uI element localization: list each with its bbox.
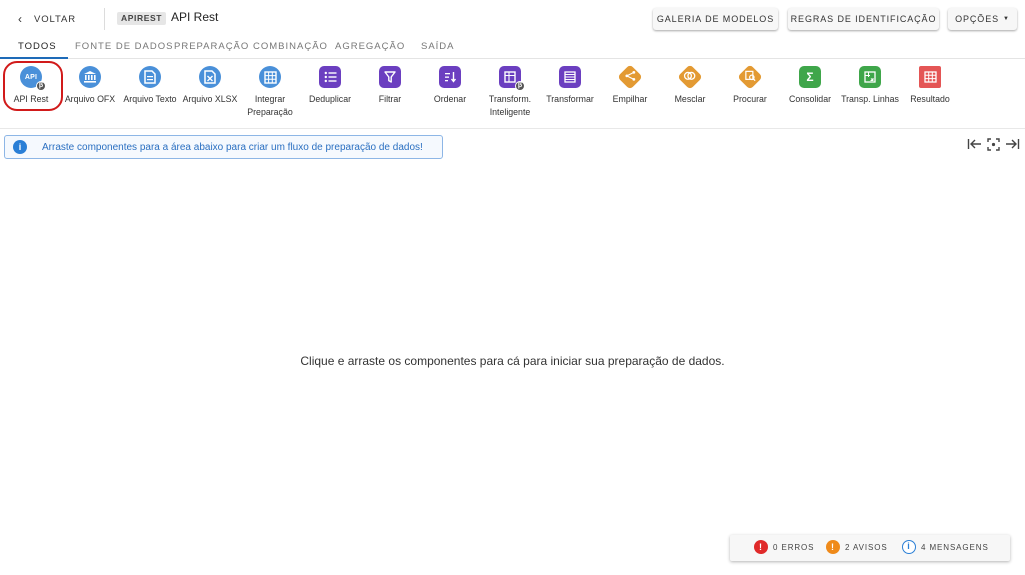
result-icon	[919, 66, 941, 88]
sort-icon	[439, 66, 461, 88]
merge-icon	[677, 64, 703, 90]
component-filtrar[interactable]: Filtrar	[359, 64, 421, 124]
caret-down-icon: ▼	[1003, 16, 1010, 22]
selected-component-highlight	[3, 61, 63, 111]
warning-icon: !	[826, 540, 840, 554]
tab-fonte-de-dados[interactable]: FONTE DE DADOS	[75, 41, 173, 52]
collapse-left-icon[interactable]	[966, 136, 983, 152]
stack-icon	[617, 64, 643, 90]
active-tab-indicator	[0, 57, 68, 59]
back-button[interactable]: ‹ VOLTAR	[14, 9, 76, 29]
type-badge: APIREST	[117, 12, 167, 25]
component-integrar-preparacao[interactable]: Integrar Preparação	[239, 64, 301, 124]
component-ordenar[interactable]: Ordenar	[419, 64, 481, 124]
messages-status[interactable]: i 4 MENSAGENS	[902, 540, 989, 554]
filter-icon	[379, 66, 401, 88]
canvas-controls	[966, 136, 1022, 152]
warnings-status[interactable]: ! 2 AVISOS	[826, 540, 888, 554]
status-panel: ! 0 ERROS ! 2 AVISOS i 4 MENSAGENS	[730, 535, 1010, 561]
template-gallery-label: GALERIA DE MODELOS	[656, 14, 775, 24]
category-tabs: TODOS FONTE DE DADOS PREPARAÇÃO COMBINAÇ…	[0, 38, 1025, 59]
component-arquivo-ofx[interactable]: Arquivo OFX	[59, 64, 121, 124]
info-banner: i Arraste componentes para a área abaixo…	[4, 135, 443, 159]
component-empilhar[interactable]: Empilhar	[599, 64, 661, 124]
page-title: API Rest	[171, 10, 219, 24]
component-arquivo-xlsx[interactable]: Arquivo XLSX	[179, 64, 241, 124]
component-consolidar[interactable]: Σ Consolidar	[779, 64, 841, 124]
text-file-icon	[139, 66, 161, 88]
component-transp-linhas[interactable]: Transp. Linhas	[839, 64, 901, 124]
empty-canvas-message: Clique e arraste os componentes para cá …	[300, 354, 725, 368]
sigma-icon: Σ	[799, 66, 821, 88]
messages-label: 4 MENSAGENS	[921, 542, 989, 552]
component-arquivo-texto[interactable]: Arquivo Texto	[119, 64, 181, 124]
fit-screen-icon[interactable]	[985, 136, 1002, 152]
tab-todos[interactable]: TODOS	[18, 41, 57, 52]
options-label: OPÇÕES	[955, 14, 1000, 24]
info-icon: i	[13, 140, 27, 154]
tab-combinacao[interactable]: COMBINAÇÃO	[253, 41, 328, 52]
transform-icon	[559, 66, 581, 88]
beta-badge: β	[515, 81, 525, 91]
chevron-left-icon: ‹	[18, 12, 22, 26]
transpose-icon	[859, 66, 881, 88]
component-label: Resultado	[910, 94, 950, 104]
component-procurar[interactable]: Procurar	[719, 64, 781, 124]
template-gallery-button[interactable]: GALERIA DE MODELOS	[653, 8, 778, 30]
component-transform-inteligente[interactable]: β Transform. Inteligente	[479, 64, 541, 124]
component-mesclar[interactable]: Mesclar	[659, 64, 721, 124]
info-icon: i	[902, 540, 916, 554]
list-icon	[319, 66, 341, 88]
lookup-icon	[737, 64, 763, 90]
tab-saida[interactable]: SAÍDA	[421, 41, 455, 52]
errors-label: 0 ERROS	[773, 542, 815, 552]
info-text: Arraste componentes para a área abaixo p…	[42, 141, 423, 153]
options-button[interactable]: OPÇÕES ▼	[948, 8, 1017, 30]
grid-icon	[259, 66, 281, 88]
identification-rules-button[interactable]: REGRAS DE IDENTIFICAÇÃO	[788, 8, 939, 30]
divider	[104, 8, 105, 30]
components-toolbar: API β API Rest Arquivo OFX Arquivo Texto…	[0, 60, 1025, 129]
back-label: VOLTAR	[34, 13, 76, 25]
expand-right-icon[interactable]	[1004, 136, 1021, 152]
component-resultado[interactable]: Resultado	[899, 64, 961, 124]
xlsx-file-icon	[199, 66, 221, 88]
component-deduplicar[interactable]: Deduplicar	[299, 64, 361, 124]
component-transformar[interactable]: Transformar	[539, 64, 601, 124]
error-icon: !	[754, 540, 768, 554]
tab-preparacao[interactable]: PREPARAÇÃO	[174, 41, 249, 52]
identification-rules-label: REGRAS DE IDENTIFICAÇÃO	[790, 14, 937, 24]
warnings-label: 2 AVISOS	[845, 542, 888, 552]
errors-status[interactable]: ! 0 ERROS	[754, 540, 814, 554]
top-bar: ‹ VOLTAR APIREST API Rest GALERIA DE MOD…	[0, 0, 1025, 38]
bank-icon	[79, 66, 101, 88]
tab-agregacao[interactable]: AGREGAÇÃO	[335, 41, 405, 52]
